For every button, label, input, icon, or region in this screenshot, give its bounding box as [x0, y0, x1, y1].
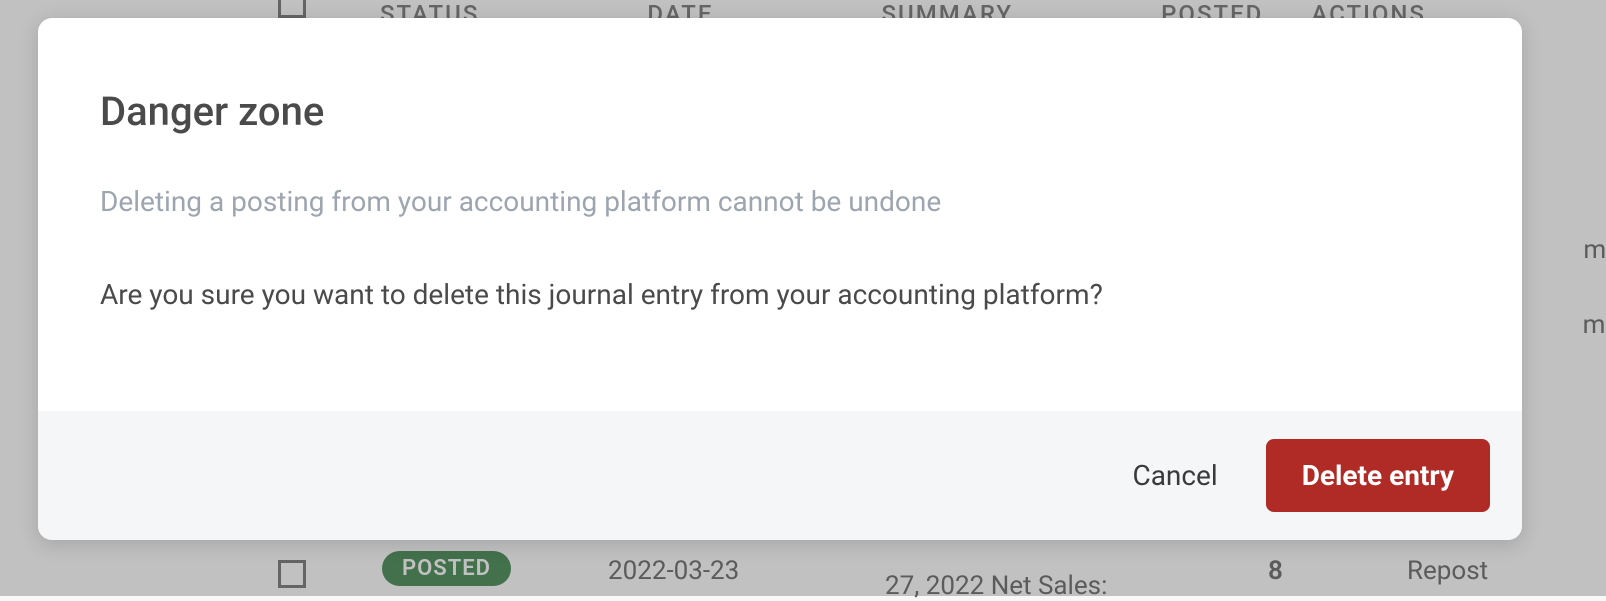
modal-footer: Cancel Delete entry: [38, 411, 1522, 540]
modal-subtitle: Deleting a posting from your accounting …: [100, 185, 1460, 218]
delete-entry-button[interactable]: Delete entry: [1266, 439, 1490, 512]
danger-zone-modal: Danger zone Deleting a posting from your…: [38, 18, 1522, 540]
modal-message: Are you sure you want to delete this jou…: [100, 278, 1460, 311]
modal-title: Danger zone: [100, 88, 1460, 135]
modal-body: Danger zone Deleting a posting from your…: [38, 18, 1522, 411]
cancel-button[interactable]: Cancel: [1124, 449, 1225, 502]
